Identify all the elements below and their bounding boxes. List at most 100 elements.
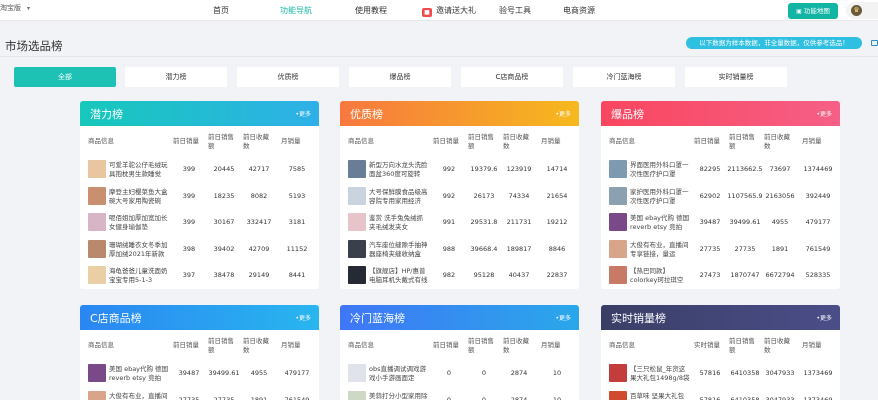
product-name[interactable]: obs直播调试调戏游戏小手游画面定	[369, 365, 429, 383]
product-name[interactable]: 汽车座位缝隙手抽神器座椅夹缝收纳盒	[369, 241, 429, 259]
table-row[interactable]: 家护医用外科口罩一次性医疗护口罩 62902 1107565.9 2163056 392…	[601, 184, 840, 211]
product-thumbnail[interactable]	[348, 266, 366, 284]
product-name[interactable]: 摩登主妇樱菜鱼大盒碗大号家用陶瓷碗	[109, 188, 169, 206]
product-thumbnail[interactable]	[609, 186, 627, 205]
product-thumbnail[interactable]	[348, 364, 366, 382]
product-name[interactable]: 海龟爸爸儿童洗面奶宝宝专用5-1-3	[109, 267, 169, 285]
product-name[interactable]: 美国 ebay代购 德国reverb etsy 竞拍	[630, 214, 690, 232]
product-thumbnail[interactable]	[609, 213, 627, 231]
product-thumbnail[interactable]	[609, 364, 627, 382]
table-row[interactable]: 大俊有布业，直播间专享链接，量运 27735 27735 1891 761549	[601, 237, 840, 264]
feature-map-button[interactable]: ▣ 功能地图	[788, 3, 838, 19]
product-thumbnail[interactable]	[348, 213, 366, 231]
table-row[interactable]: 美国 ebay代购 德国reverb etsy 竞拍 39487 39499.61 4…	[601, 210, 840, 237]
product-thumbnail[interactable]	[609, 266, 627, 284]
tab-all[interactable]: 全部	[14, 67, 116, 87]
nav-account-check[interactable]: 验号工具	[499, 5, 531, 16]
table-row[interactable]: 界面医用外科口罩一次性医疗护口罩 82295 2113662.5 73697 13744…	[601, 157, 840, 184]
product-thumbnail[interactable]	[348, 390, 366, 400]
column-header: 商品信息	[609, 341, 635, 349]
product-thumbnail[interactable]	[348, 160, 366, 178]
cell-value: 392449	[805, 191, 831, 200]
product-name[interactable]: 大俊有布业，直播间专享链接，量运	[630, 241, 690, 259]
cell-value: 22837	[546, 271, 568, 279]
nav-ecommerce-resources[interactable]: 电商资源	[563, 5, 595, 16]
product-name[interactable]: 呢佰姐加厚加宽加长女健身瑜伽垫	[109, 214, 169, 232]
table-row[interactable]: 【热巴同款】colorkey珂拉琪空 27473 1870747 6672794 528…	[601, 263, 840, 289]
table-row[interactable]: 【三只松鼠_年货这果大礼包1498g/8袋 57816 6410358 3047933…	[601, 361, 840, 388]
cell-value: 57816	[699, 369, 721, 377]
product-thumbnail[interactable]	[88, 186, 106, 205]
product-thumbnail[interactable]	[88, 160, 106, 178]
more-link[interactable]: •更多	[295, 109, 311, 118]
table-row[interactable]: 百草味 坚果大礼包 57816 6410358 3047933 1373469	[601, 388, 840, 400]
tab-blue-ocean[interactable]: 冷门蓝海榜	[573, 67, 675, 87]
tab-quality[interactable]: 优质榜	[237, 67, 339, 87]
table-row[interactable]: 大号保鲜膜食品级高容院专用家用经济 992 26173 74334 21654	[340, 184, 579, 211]
tab-hot[interactable]: 爆品榜	[349, 67, 451, 87]
column-header: 实时销量	[694, 341, 720, 349]
product-name[interactable]: 大俊有布业，直播间专享链接，量运	[109, 392, 169, 400]
product-name[interactable]: 珊瑚绒睡衣女冬季加厚加绒2021年新款	[109, 241, 169, 259]
cell-value: 40437	[508, 271, 530, 279]
product-thumbnail[interactable]	[88, 213, 106, 231]
nav-feature-guide[interactable]: 功能导航	[280, 5, 312, 16]
table-row[interactable]: 【旗舰店】HP/惠普电脑耳机头戴式有线 982 95128 40437 22837	[340, 263, 579, 289]
table-row[interactable]: 汽车座位缝隙手抽神器座椅夹缝收纳盒 988 39668.4 189817 8846	[340, 237, 579, 264]
product-name[interactable]: 美蒜打分小型家用除	[369, 392, 429, 400]
cell-value: 2113662.5	[727, 165, 763, 173]
product-thumbnail[interactable]	[88, 390, 106, 400]
product-thumbnail[interactable]	[348, 239, 366, 258]
product-thumbnail[interactable]	[609, 239, 627, 258]
more-link[interactable]: •更多	[555, 313, 571, 322]
table-row[interactable]: 鉴赏 洗手兔兔绒抓夹毛绒发夹女 991 29531.8 211731 19212	[340, 210, 579, 237]
nav-home[interactable]: 首页	[213, 5, 229, 16]
product-name[interactable]: 百草味 坚果大礼包	[630, 392, 690, 400]
product-name[interactable]: 大号保鲜膜食品级高容院专用家用经济	[369, 188, 429, 206]
more-link[interactable]: •更多	[816, 109, 832, 118]
table-row[interactable]: 珊瑚绒睡衣女冬季加厚加绒2021年新款 398 39402 42709 11152	[80, 237, 319, 264]
nav-invite[interactable]: ■ 邀请送大礼	[422, 5, 476, 17]
table-header: 商品信息 前日销量 前日销售额 前日收藏数 月销量	[80, 126, 319, 157]
product-name[interactable]: 【热巴同款】colorkey珂拉琪空	[630, 267, 690, 285]
screen-icon[interactable]	[871, 40, 878, 46]
product-thumbnail[interactable]	[609, 160, 627, 178]
more-link[interactable]: •更多	[295, 313, 311, 322]
product-thumbnail[interactable]	[88, 266, 106, 284]
vip-badge[interactable]: ♛	[846, 2, 878, 19]
product-thumbnail[interactable]	[88, 239, 106, 258]
cell-value: 7585	[288, 165, 306, 173]
cell-value: 1870747	[730, 271, 760, 279]
table-row[interactable]: 呢佰姐加厚加宽加长女健身瑜伽垫 399 30167 332417 3181	[80, 210, 319, 237]
nav-tutorial[interactable]: 使用教程	[355, 5, 387, 16]
product-name[interactable]: 美国 ebay代购 德国reverb etsy 竞拍	[109, 365, 169, 383]
table-row[interactable]: obs直播调试调戏游戏小手游画面定 0 0 2874 10	[340, 361, 579, 388]
table-row[interactable]: 新型万向水龙头洗脸面盆360度可旋转 992 19379.6 123919 14714	[340, 157, 579, 184]
product-name[interactable]: 界面医用外科口罩一次性医疗护口罩	[630, 161, 690, 179]
more-link[interactable]: •更多	[555, 109, 571, 118]
product-name[interactable]: 新型万向水龙头洗脸面盆360度可旋转	[369, 161, 429, 179]
table-row[interactable]: 摩登主妇樱菜鱼大盒碗大号家用陶瓷碗 399 18235 8082 5193	[80, 184, 319, 211]
product-name[interactable]: 家护医用外科口罩一次性医疗护口罩	[630, 188, 690, 206]
product-thumbnail[interactable]	[609, 390, 627, 400]
cell-value: 2874	[510, 395, 528, 400]
table-row[interactable]: 美国 ebay代购 德国reverb etsy 竞拍 39487 39499.61 4…	[80, 361, 319, 388]
product-name[interactable]: 可爱羊驼公仔毛绒玩具抱枕男生款睡觉	[109, 161, 169, 179]
product-name[interactable]: 鉴赏 洗手兔兔绒抓夹毛绒发夹女	[369, 214, 429, 232]
more-link[interactable]: •更多	[816, 313, 832, 322]
cell-value: 19379.6	[470, 165, 498, 173]
table-row[interactable]: 海龟爸爸儿童洗面奶宝宝专用5-1-3 397 38478 29149 8441	[80, 263, 319, 289]
table-row[interactable]: 可爱羊驼公仔毛绒玩具抱枕男生款睡觉 399 20445 42717 7585	[80, 157, 319, 184]
tab-c-store[interactable]: C店商品榜	[461, 67, 563, 87]
tab-realtime-sales[interactable]: 实时销量榜	[685, 67, 787, 87]
product-name[interactable]: 【三只松鼠_年货这果大礼包1498g/8袋	[630, 365, 690, 383]
cell-value: 10	[552, 369, 562, 377]
product-name[interactable]: 【旗舰店】HP/惠普电脑耳机头戴式有线	[369, 267, 429, 285]
product-thumbnail[interactable]	[88, 364, 106, 382]
table-row[interactable]: 美蒜打分小型家用除 0 0 2874 10	[340, 388, 579, 400]
product-thumbnail[interactable]	[348, 186, 366, 205]
table-row[interactable]: 大俊有布业，直播间专享链接，量运 27735 27735 1891 761549	[80, 388, 319, 400]
tab-potential[interactable]: 潜力榜	[125, 67, 227, 87]
store-selector[interactable]: 淘宝版 ▾	[0, 3, 30, 13]
cell-value: 1374469	[803, 165, 833, 173]
